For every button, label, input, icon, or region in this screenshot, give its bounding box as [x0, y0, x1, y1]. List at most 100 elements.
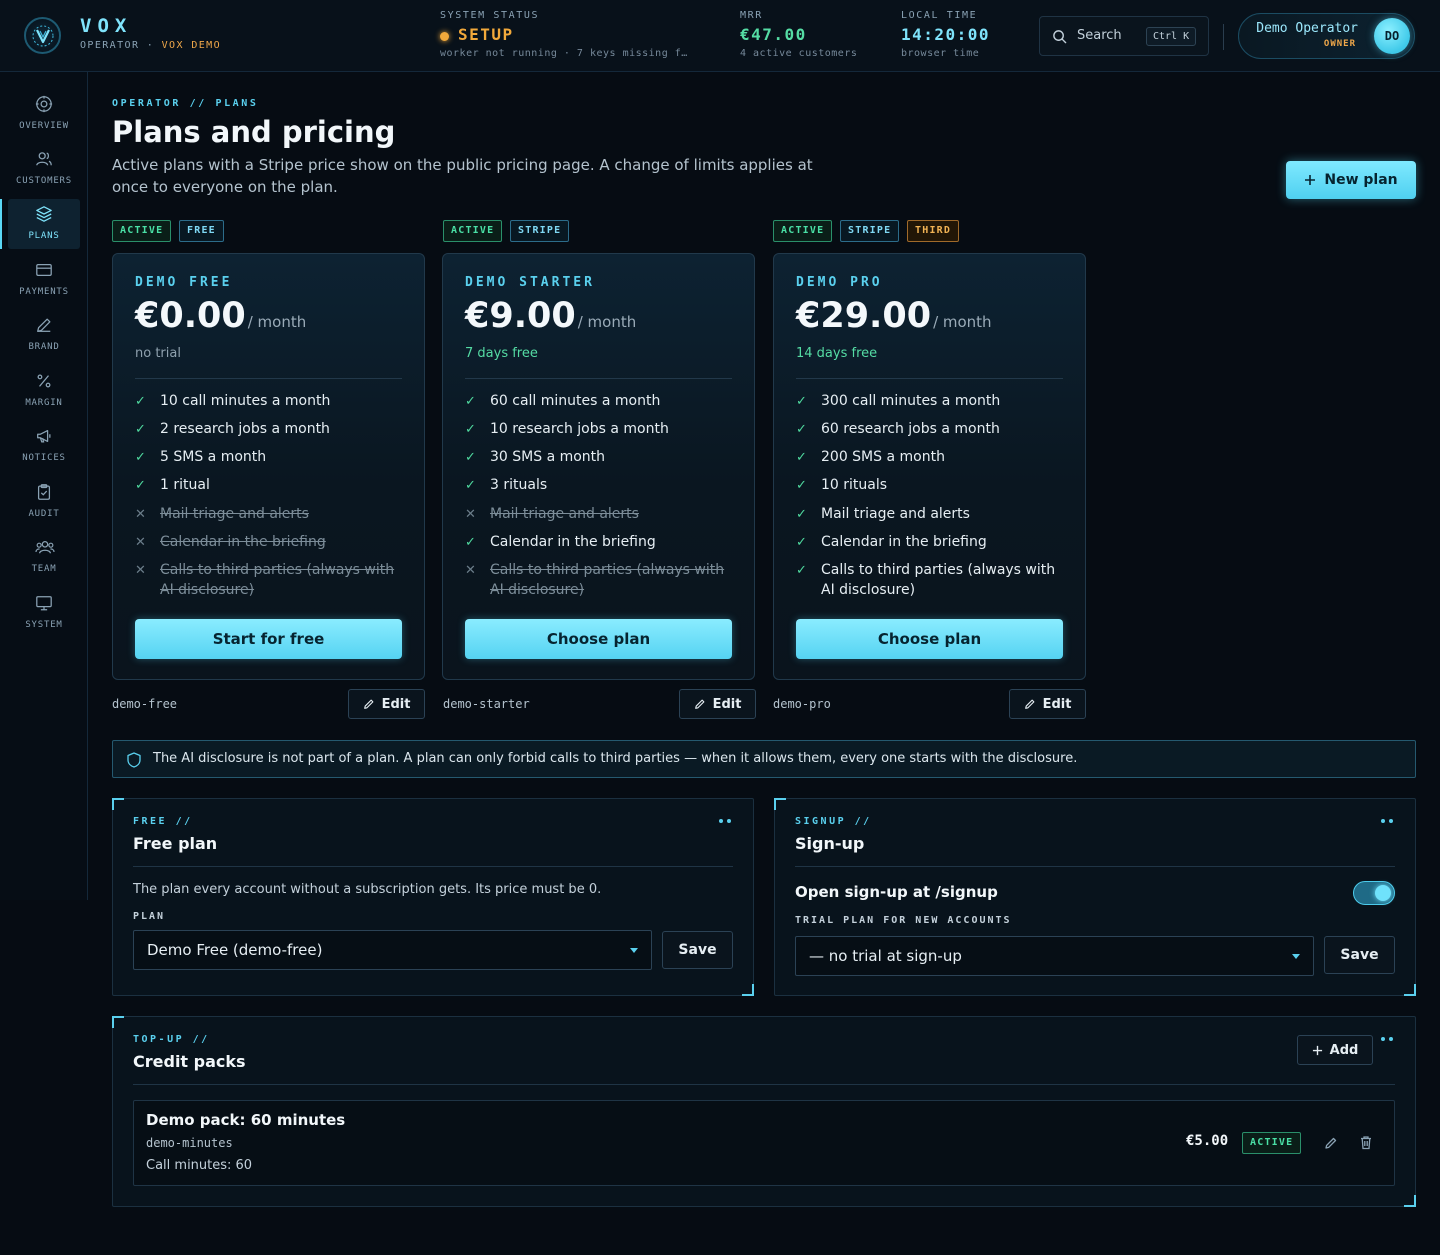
brand-env: VOX DEMO — [161, 40, 222, 51]
type-badge: FREE — [179, 220, 224, 242]
target-icon — [35, 95, 53, 113]
plus-icon — [1305, 175, 1316, 185]
notice-text: The AI disclosure is not part of a plan.… — [153, 751, 1078, 766]
feature-item: ✓ Mail triage and alerts — [796, 504, 1056, 524]
feature-item: ✕ Calls to third parties (always with AI … — [135, 560, 395, 600]
corner-accent — [1404, 984, 1416, 996]
feature-item: ✓ 300 call minutes a month — [796, 391, 1056, 411]
page-title: Plans and pricing — [112, 115, 396, 149]
edit-plan-button[interactable]: Edit — [679, 689, 756, 719]
mrr-value: €47.00 — [740, 25, 807, 44]
signup-toggle[interactable] — [1353, 881, 1395, 905]
new-plan-button[interactable]: New plan — [1286, 161, 1416, 199]
choose-plan-button[interactable]: Choose plan — [465, 619, 732, 659]
trash-icon[interactable] — [1359, 1135, 1373, 1150]
sidebar-item-label: PAYMENTS — [19, 287, 69, 297]
edit-plan-button[interactable]: Edit — [1009, 689, 1086, 719]
sidebar-item-payments[interactable]: PAYMENTS — [8, 255, 80, 305]
feature-item: ✓ Calendar in the briefing — [796, 532, 1056, 552]
brand-name: VOX — [80, 15, 133, 37]
user-name: Demo Operator — [1256, 21, 1358, 36]
save-button[interactable]: Save — [662, 931, 733, 969]
plan-period: / month — [577, 313, 637, 331]
divider — [796, 378, 1063, 379]
sidebar-item-overview[interactable]: OVERVIEW — [8, 89, 80, 139]
panel-title: Credit packs — [133, 1052, 246, 1071]
logo-icon[interactable] — [24, 17, 61, 54]
save-button[interactable]: Save — [1324, 936, 1395, 974]
corner-accent — [774, 798, 786, 810]
feature-text: 10 call minutes a month — [160, 393, 331, 409]
check-icon: ✓ — [465, 450, 476, 465]
feature-text: Calendar in the briefing — [821, 534, 987, 550]
check-icon: ✓ — [796, 535, 807, 550]
more-icon[interactable] — [1381, 819, 1395, 825]
select-value: — no trial at sign-up — [809, 947, 962, 965]
trial-plan-select[interactable]: — no trial at sign-up — [795, 936, 1314, 976]
shield-icon — [127, 752, 141, 768]
brand-role: OPERATOR — [80, 40, 140, 51]
sidebar-item-customers[interactable]: CUSTOMERS — [8, 144, 80, 194]
status-badge: ACTIVE — [1242, 1132, 1302, 1154]
field-label: TRIAL PLAN FOR NEW ACCOUNTS — [795, 915, 1012, 926]
feature-text: 60 research jobs a month — [821, 421, 1000, 437]
feature-text: 2 research jobs a month — [160, 421, 330, 437]
type-badge: STRIPE — [840, 220, 900, 242]
more-icon[interactable] — [719, 819, 733, 825]
sidebar-item-label: MARGIN — [25, 398, 63, 408]
panel-eyebrow: FREE // — [133, 816, 193, 827]
pack-price: €5.00 — [1186, 1133, 1229, 1149]
mrr-detail: 4 active customers — [740, 48, 858, 59]
avatar[interactable]: DO — [1374, 18, 1410, 54]
type-badge: STRIPE — [510, 220, 570, 242]
feature-item: ✕ Calendar in the briefing — [135, 532, 395, 552]
choose-plan-button[interactable]: Choose plan — [796, 619, 1063, 659]
plan-card-demo-starter: DEMO STARTER €9.00/ month 7 days free ✓ 6… — [442, 253, 755, 680]
sidebar-item-brand[interactable]: BRAND — [8, 310, 80, 360]
plus-icon — [1312, 1045, 1322, 1055]
user-menu[interactable]: Demo Operator OWNER DO — [1238, 13, 1415, 59]
sidebar-item-label: SYSTEM — [25, 620, 63, 630]
free-plan-select[interactable]: Demo Free (demo-free) — [133, 930, 652, 970]
plan-card-demo-pro: DEMO PRO €29.00/ month 14 days free ✓ 300… — [773, 253, 1086, 680]
sidebar-item-label: CUSTOMERS — [16, 176, 72, 186]
plan-card-demo-free: DEMO FREE €0.00/ month no trial ✓ 10 call… — [112, 253, 425, 680]
sidebar-item-audit[interactable]: AUDIT — [8, 477, 80, 527]
pack-name: Demo pack: 60 minutes — [146, 1111, 346, 1129]
system-status-value[interactable]: SETUP — [458, 25, 514, 44]
pencil-icon — [363, 699, 373, 709]
system-status-label: SYSTEM STATUS — [440, 10, 540, 21]
check-icon: ✓ — [796, 394, 807, 409]
panel-title: Free plan — [133, 834, 218, 853]
sidebar-item-team[interactable]: TEAM — [8, 532, 80, 582]
cross-icon: ✕ — [465, 507, 476, 522]
more-icon[interactable] — [1381, 1037, 1395, 1043]
pen-icon — [37, 318, 51, 332]
sidebar-item-system[interactable]: SYSTEM — [8, 588, 80, 638]
pencil-icon[interactable] — [1324, 1136, 1338, 1150]
chevron-down-icon — [1292, 954, 1300, 959]
plan-price: €29.00/ month — [796, 296, 992, 336]
corner-accent — [112, 798, 124, 810]
sidebar-item-notices[interactable]: NOTICES — [8, 421, 80, 471]
start-for-free-button[interactable]: Start for free — [135, 619, 402, 659]
feature-text: Mail triage and alerts — [490, 506, 639, 522]
plan-slug: demo-starter — [443, 697, 530, 711]
credit-card-icon — [36, 263, 52, 277]
edit-plan-button[interactable]: Edit — [348, 689, 425, 719]
plan-slug: demo-pro — [773, 697, 831, 711]
search-icon — [1053, 30, 1067, 44]
sidebar-item-plans[interactable]: PLANS — [0, 199, 80, 249]
feature-text: 3 rituals — [490, 477, 548, 493]
sidebar-item-margin[interactable]: MARGIN — [8, 366, 80, 416]
check-icon: ✓ — [465, 478, 476, 493]
add-pack-button[interactable]: Add — [1297, 1035, 1373, 1065]
feature-text: Mail triage and alerts — [160, 506, 309, 522]
plan-price-value: €29.00 — [796, 296, 932, 336]
search-button[interactable]: Search Ctrl K — [1039, 16, 1209, 56]
edit-label: Edit — [381, 696, 411, 712]
plan-name: DEMO STARTER — [465, 275, 595, 290]
status-badge: ACTIVE — [443, 220, 503, 242]
feature-item: ✕ Mail triage and alerts — [465, 504, 725, 524]
cross-icon: ✕ — [135, 535, 146, 550]
